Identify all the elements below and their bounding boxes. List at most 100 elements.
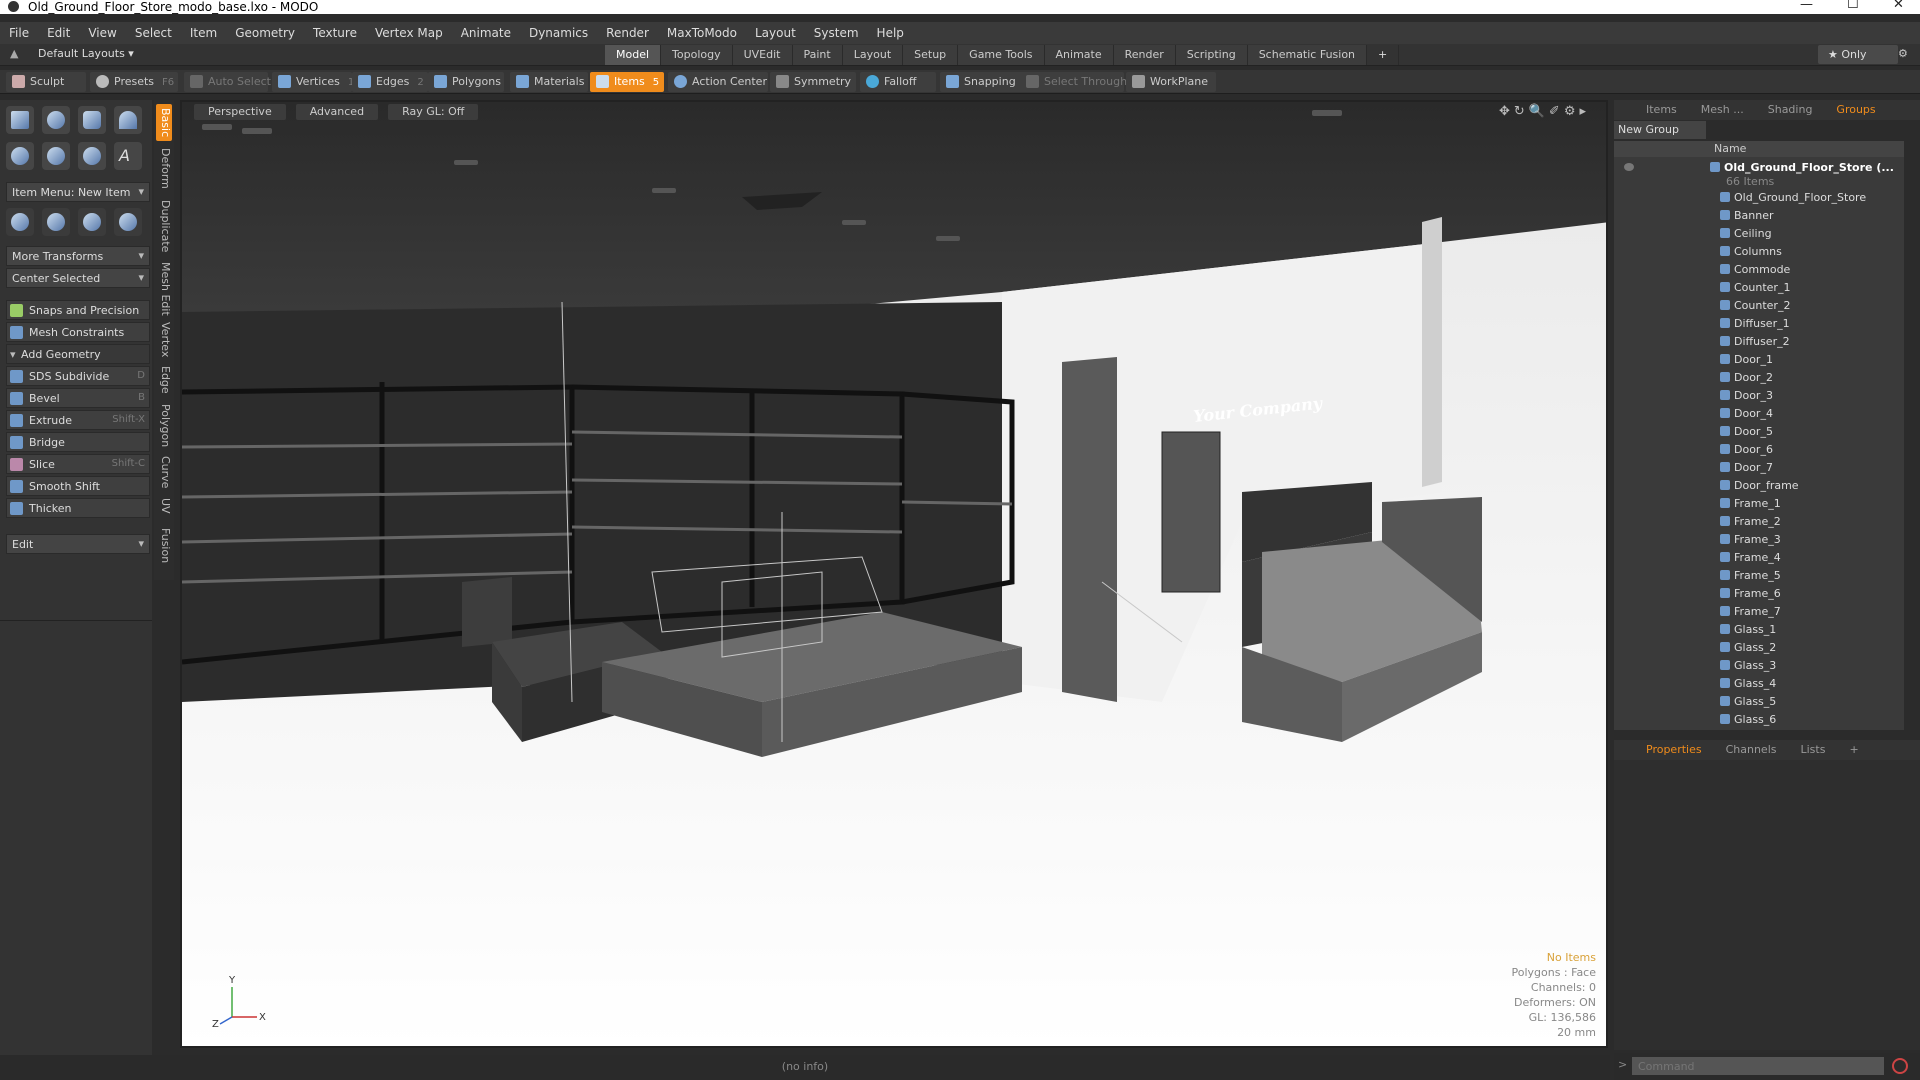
materials-mode-button[interactable]: Materials [510, 72, 588, 92]
tree-item-row[interactable]: Door_5 [1614, 423, 1904, 441]
menu-dynamics[interactable]: Dynamics [520, 26, 597, 40]
capsule-primitive-button[interactable] [42, 142, 70, 170]
vtab-edge[interactable]: Edge [156, 362, 172, 398]
perspective-dropdown[interactable]: Perspective [194, 104, 286, 120]
vtab-polygon[interactable]: Polygon [156, 400, 172, 451]
menu-texture[interactable]: Texture [304, 26, 366, 40]
menu-select[interactable]: Select [126, 26, 181, 40]
edit-dropdown[interactable]: Edit [6, 534, 150, 554]
tree-item-row[interactable]: Diffuser_1 [1614, 315, 1904, 333]
gear-icon[interactable]: ⚙ [1898, 47, 1908, 60]
extrude-button[interactable]: Extrude Shift-X [6, 410, 150, 430]
mesh-constraints-button[interactable]: Mesh Constraints [6, 322, 150, 342]
add-geometry-header[interactable]: ▾ Add Geometry [6, 344, 150, 364]
tab-setup[interactable]: Setup [903, 45, 959, 65]
presets-button[interactable]: Presets F6 [90, 72, 178, 92]
menu-animate[interactable]: Animate [452, 26, 520, 40]
menu-layout[interactable]: Layout [746, 26, 805, 40]
tree-item-row[interactable]: Commode [1614, 261, 1904, 279]
vtab-curve[interactable]: Curve [156, 452, 172, 492]
workplane-button[interactable]: WorkPlane [1126, 72, 1216, 92]
tab-channels[interactable]: Channels [1714, 740, 1789, 760]
smooth-shift-button[interactable]: Smooth Shift [6, 476, 150, 496]
tree-item-row[interactable]: Door_1 [1614, 351, 1904, 369]
vtab-mesh-edit[interactable]: Mesh Edit [156, 258, 172, 320]
tree-item-row[interactable]: Frame_2 [1614, 513, 1904, 531]
viewport-nav-icons[interactable]: ✥↻🔍✐⚙▸ [1499, 104, 1590, 119]
tab-shading[interactable]: Shading [1756, 100, 1825, 120]
only-toggle[interactable]: ★ Only [1818, 45, 1898, 64]
tree-item-row[interactable]: Glass_1 [1614, 621, 1904, 639]
sculpt-button[interactable]: Sculpt [6, 72, 86, 92]
tab-layout[interactable]: Layout [842, 45, 904, 65]
items-mode-button[interactable]: Items 5 [590, 72, 664, 92]
tree-item-row[interactable]: Frame_4 [1614, 549, 1904, 567]
tab-animate[interactable]: Animate [1044, 45, 1114, 65]
snapping-button[interactable]: Snapping [940, 72, 1026, 92]
vtab-fusion[interactable]: Fusion [156, 524, 172, 567]
more-transforms-dropdown[interactable]: More Transforms [6, 246, 150, 266]
vtab-duplicate[interactable]: Duplicate [156, 196, 172, 256]
menu-geometry[interactable]: Geometry [226, 26, 304, 40]
tree-item-row[interactable]: Frame_1 [1614, 495, 1904, 513]
menu-system[interactable]: System [805, 26, 868, 40]
thicken-button[interactable]: Thicken [6, 498, 150, 518]
menu-view[interactable]: View [79, 26, 125, 40]
slice-button[interactable]: Slice Shift-C [6, 454, 150, 474]
vtab-vertex[interactable]: Vertex [156, 318, 172, 361]
menu-item[interactable]: Item [181, 26, 226, 40]
minimize-button[interactable]: — [1800, 0, 1813, 12]
tree-item-row[interactable]: Old_Ground_Floor_Store [1614, 189, 1904, 207]
tab-topology[interactable]: Topology [661, 45, 733, 65]
tree-item-row[interactable]: Columns [1614, 243, 1904, 261]
layout-menu-icon[interactable]: ▲ [10, 47, 18, 60]
tree-item-row[interactable]: Door_3 [1614, 387, 1904, 405]
tree-item-row[interactable]: Ceiling [1614, 225, 1904, 243]
default-layouts-dropdown[interactable]: Default Layouts ▾ [38, 47, 134, 60]
tree-item-row[interactable]: Glass_4 [1614, 675, 1904, 693]
bridge-button[interactable]: Bridge [6, 432, 150, 452]
edges-mode-button[interactable]: Edges 2 [352, 72, 428, 92]
pen-primitive-button[interactable] [78, 142, 106, 170]
tree-item-row[interactable]: Glass_6 [1614, 711, 1904, 729]
vtab-basic[interactable]: Basic [156, 104, 172, 142]
new-group-button[interactable]: New Group [1614, 121, 1706, 139]
tree-item-row[interactable]: Glass_5 [1614, 693, 1904, 711]
menu-edit[interactable]: Edit [38, 26, 79, 40]
tab-render[interactable]: Render [1113, 45, 1176, 65]
tab-groups[interactable]: Groups [1824, 100, 1887, 120]
sds-subdivide-button[interactable]: SDS Subdivide D [6, 366, 150, 386]
vertices-mode-button[interactable]: Vertices1 [272, 72, 354, 92]
snaps-precision-button[interactable]: Snaps and Precision [6, 300, 150, 320]
tree-item-row[interactable]: Glass_2 [1614, 639, 1904, 657]
item-menu-dropdown[interactable]: Item Menu: New Item [6, 182, 150, 202]
polygons-mode-button[interactable]: Polygons [428, 72, 504, 92]
tree-item-row[interactable]: Door_2 [1614, 369, 1904, 387]
maximize-button[interactable]: ☐ [1847, 0, 1859, 12]
menu-vertex-map[interactable]: Vertex Map [366, 26, 452, 40]
tab-schematic-fusion[interactable]: Schematic Fusion [1247, 45, 1368, 65]
command-input[interactable] [1632, 1057, 1884, 1075]
menu-render[interactable]: Render [597, 26, 658, 40]
tree-item-row[interactable]: Frame_6 [1614, 585, 1904, 603]
tree-item-row[interactable]: Counter_2 [1614, 297, 1904, 315]
tree-item-row[interactable]: Banner [1614, 207, 1904, 225]
shading-dropdown[interactable]: Advanced [295, 104, 379, 120]
tab-scripting[interactable]: Scripting [1175, 45, 1248, 65]
close-button[interactable]: ✕ [1893, 0, 1904, 12]
bevel-button[interactable]: Bevel B [6, 388, 150, 408]
add-tab-button[interactable]: + [1367, 45, 1400, 65]
cube-primitive-button[interactable] [6, 106, 34, 134]
move-tool-button[interactable] [6, 208, 34, 236]
cylinder-primitive-button[interactable] [78, 106, 106, 134]
tab-properties[interactable]: Properties [1634, 740, 1714, 760]
menu-help[interactable]: Help [868, 26, 913, 40]
tab-uvedit[interactable]: UVEdit [732, 45, 793, 65]
tree-item-row[interactable]: Frame_5 [1614, 567, 1904, 585]
tree-item-row[interactable]: Frame_3 [1614, 531, 1904, 549]
menu-file[interactable]: File [0, 26, 38, 40]
tree-item-row[interactable]: Counter_1 [1614, 279, 1904, 297]
falloff-button[interactable]: Falloff [860, 72, 936, 92]
menu-maxtomodo[interactable]: MaxToModo [658, 26, 746, 40]
auto-select-button[interactable]: Auto Select [184, 72, 271, 92]
